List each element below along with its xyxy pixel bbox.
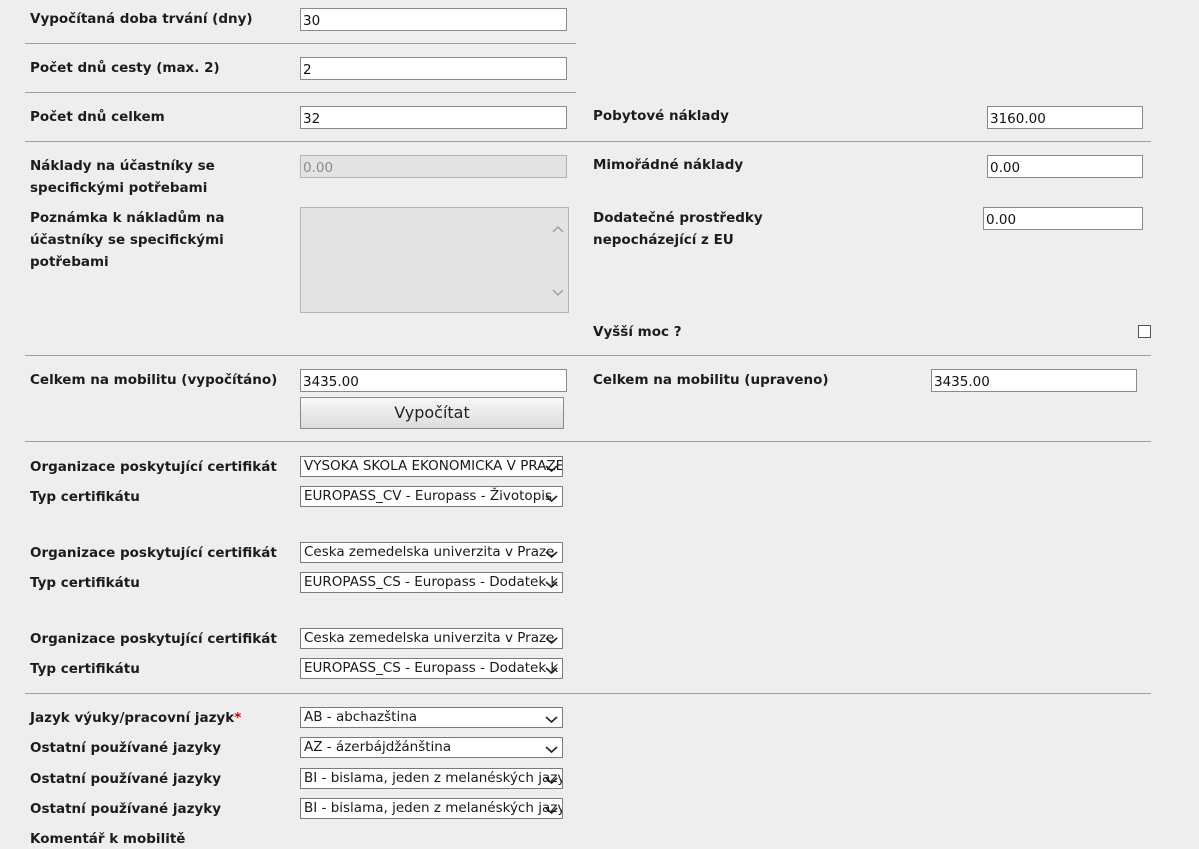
- divider: [25, 693, 1151, 694]
- stay-costs-label: Pobytové náklady: [593, 108, 729, 124]
- certificate-type-select[interactable]: EUROPASS_CV - Europass - Životopis: [300, 486, 563, 507]
- chevron-down-icon: [545, 461, 558, 473]
- certificate-org-label: Organizace poskytující certifikát: [30, 545, 277, 561]
- total-days-label: Počet dnů celkem: [30, 109, 165, 125]
- force-majeure-checkbox[interactable]: [1138, 325, 1151, 338]
- certificate-type-label: Typ certifikátu: [30, 489, 140, 505]
- divider: [25, 141, 1151, 142]
- certificate-type-value: EUROPASS_CV - Europass - Životopis: [304, 488, 553, 504]
- chevron-up-icon: [552, 224, 564, 236]
- duration-input[interactable]: 30: [300, 8, 567, 31]
- total-calculated-input[interactable]: 3435.00: [300, 369, 567, 392]
- other-language-value: BI - bislama, jeden z melanéských jazyků: [304, 800, 563, 816]
- certificate-type-select[interactable]: EUROPASS_CS - Europass - Dodatek k osvěd…: [300, 572, 563, 593]
- travel-days-input[interactable]: 2: [300, 57, 567, 80]
- main-language-value: AB - abchazština: [304, 709, 418, 725]
- total-days-input[interactable]: 32: [300, 106, 567, 129]
- certificate-org-value: Ceska zemedelska univerzita v Praze: [304, 544, 555, 560]
- main-language-label: Jazyk výuky/pracovní jazyk*: [30, 707, 241, 729]
- certificate-type-select[interactable]: EUROPASS_CS - Europass - Dodatek k osvěd…: [300, 658, 563, 679]
- other-language-value: BI - bislama, jeden z melanéských jazyků: [304, 770, 563, 786]
- certificate-org-select[interactable]: VYSOKA SKOLA EKONOMICKA V PRAZE: [300, 456, 563, 477]
- chevron-down-icon: [545, 577, 558, 589]
- special-needs-costs-label: Náklady na účastníky se specifickými pot…: [30, 158, 215, 196]
- non-eu-funds-label: Dodatečné prostředky nepocházející z EU: [593, 210, 763, 248]
- special-needs-costs-input: 0.00: [300, 155, 567, 178]
- total-adjusted-input[interactable]: 3435.00: [931, 369, 1137, 392]
- chevron-down-icon: [545, 547, 558, 559]
- certificate-type-label: Typ certifikátu: [30, 575, 140, 591]
- required-mark: *: [234, 710, 242, 726]
- total-calculated-label: Celkem na mobilitu (vypočítáno): [30, 372, 278, 388]
- main-language-select[interactable]: AB - abchazština: [300, 707, 563, 728]
- certificate-type-value: EUROPASS_CS - Europass - Dodatek k osvěd…: [304, 574, 562, 590]
- force-majeure-label: Vyšší moc ?: [593, 324, 682, 340]
- divider: [25, 92, 576, 93]
- other-language-label: Ostatní používané jazyky: [30, 771, 222, 787]
- mobility-form: Vypočítaná doba trvání (dny) 30 Počet dn…: [0, 0, 1199, 849]
- certificate-type-label: Typ certifikátu: [30, 661, 140, 677]
- divider: [25, 43, 576, 44]
- other-language-select[interactable]: AZ - ázerbájdžánština: [300, 737, 563, 758]
- chevron-down-icon: [545, 712, 558, 724]
- other-language-label: Ostatní používané jazyky: [30, 740, 222, 756]
- certificate-org-label: Organizace poskytující certifikát: [30, 631, 277, 647]
- certificate-org-value: Ceska zemedelska univerzita v Praze: [304, 630, 555, 646]
- other-language-select[interactable]: BI - bislama, jeden z melanéských jazyků: [300, 768, 563, 789]
- chevron-down-icon: [545, 663, 558, 675]
- other-language-value: AZ - ázerbájdžánština: [304, 739, 452, 755]
- other-language-select[interactable]: BI - bislama, jeden z melanéských jazyků: [300, 798, 563, 819]
- chevron-down-icon: [552, 286, 564, 298]
- total-adjusted-label: Celkem na mobilitu (upraveno): [593, 372, 829, 388]
- certificate-type-value: EUROPASS_CS - Europass - Dodatek k osvěd…: [304, 660, 562, 676]
- stay-costs-input[interactable]: 3160.00: [987, 106, 1143, 129]
- chevron-down-icon: [545, 633, 558, 645]
- special-needs-note-textarea: [300, 207, 569, 313]
- extraordinary-costs-label: Mimořádné náklady: [593, 157, 744, 173]
- calculate-button[interactable]: Vypočítat: [300, 397, 564, 429]
- divider: [25, 441, 1151, 442]
- chevron-down-icon: [545, 773, 558, 785]
- extraordinary-costs-input[interactable]: 0.00: [987, 155, 1143, 178]
- duration-label: Vypočítaná doba trvání (dny): [30, 11, 253, 27]
- chevron-down-icon: [545, 491, 558, 503]
- special-needs-note-label: Poznámka k nákladům na účastníky se spec…: [30, 210, 225, 270]
- main-language-label-text: Jazyk výuky/pracovní jazyk: [30, 710, 235, 726]
- certificate-org-label: Organizace poskytující certifikát: [30, 459, 277, 475]
- chevron-down-icon: [545, 742, 558, 754]
- other-language-label: Ostatní používané jazyky: [30, 801, 222, 817]
- divider: [25, 355, 1151, 356]
- chevron-down-icon: [545, 803, 558, 815]
- certificate-org-select[interactable]: Ceska zemedelska univerzita v Praze: [300, 542, 563, 563]
- non-eu-funds-input[interactable]: 0.00: [983, 207, 1143, 230]
- certificate-org-value: VYSOKA SKOLA EKONOMICKA V PRAZE: [304, 458, 563, 474]
- travel-days-label: Počet dnů cesty (max. 2): [30, 60, 220, 76]
- certificate-org-select[interactable]: Ceska zemedelska univerzita v Praze: [300, 628, 563, 649]
- mobility-comment-label: Komentář k mobilitě: [30, 831, 186, 847]
